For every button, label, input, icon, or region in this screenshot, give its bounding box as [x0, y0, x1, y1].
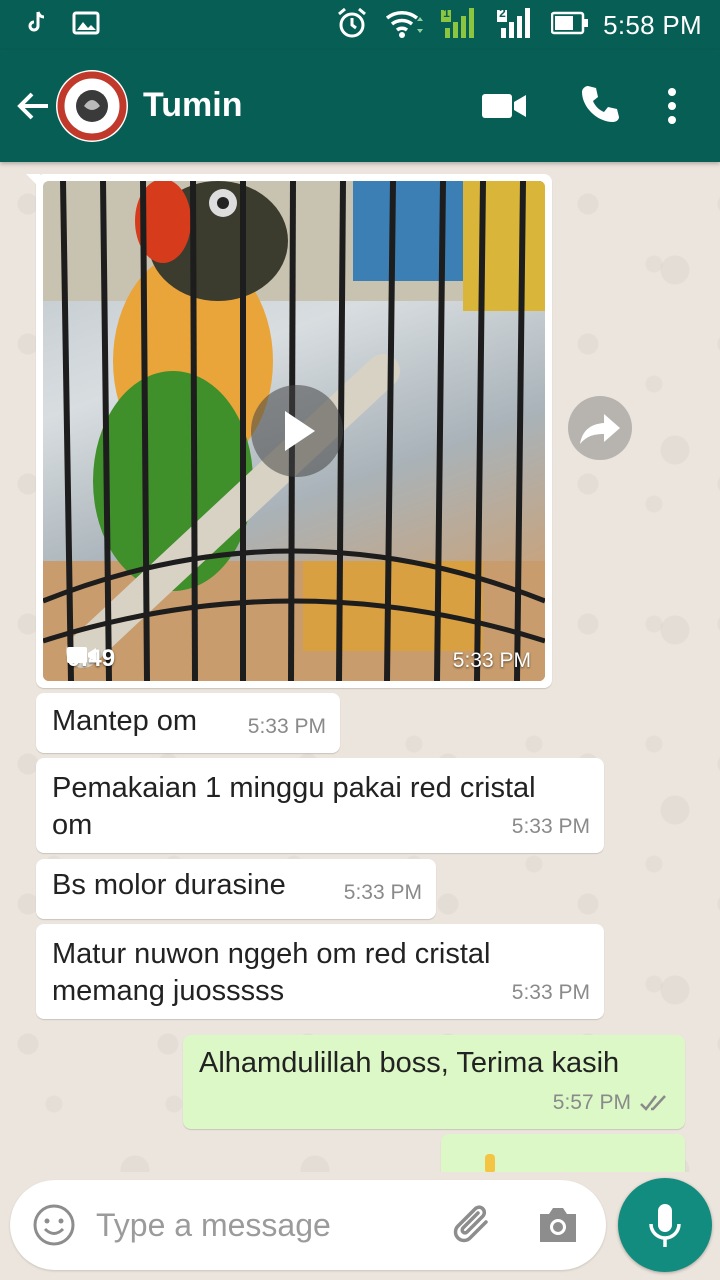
double-check-icon — [640, 1094, 666, 1111]
message-input[interactable] — [96, 1200, 436, 1250]
status-time: 5:58 PM — [603, 9, 702, 40]
message-bubble[interactable]: Mantep om 5:33 PM — [36, 693, 340, 753]
message-timestamp: 5:33 PM — [511, 815, 590, 838]
message-line: Pemakaian 1 minggu pakai red cristal — [52, 772, 536, 804]
message-bubble-outgoing[interactable] — [441, 1134, 685, 1172]
message-timestamp: 5:33 PM — [452, 649, 531, 672]
emoji-icon — [33, 1204, 75, 1246]
more-vert-icon — [668, 88, 676, 124]
message-timestamp: 5:33 PM — [343, 881, 422, 904]
message-text: Pemakaian 1 minggu pakai red cristal om — [52, 770, 536, 844]
phone-icon — [582, 86, 619, 122]
message-composer — [10, 1180, 606, 1270]
message-line: memang juosssss — [52, 975, 285, 1007]
forward-icon — [580, 414, 620, 444]
sim1-label: 1 — [443, 5, 450, 20]
message-meta: 5:57 PM — [553, 1084, 671, 1121]
message-bubble[interactable]: Bs molor durasine 5:33 PM — [36, 859, 436, 919]
alarm-icon — [335, 6, 369, 45]
video-message[interactable]: 0:49 5:33 PM — [26, 174, 552, 688]
message-bubble-outgoing[interactable]: Alhamdulillah boss, Terima kasih 5:57 PM — [183, 1035, 685, 1129]
attach-icon — [453, 1205, 488, 1243]
avatar[interactable] — [56, 70, 128, 142]
mic-button[interactable] — [618, 1178, 712, 1272]
chat-area[interactable]: 0:49 5:33 PM Mantep om 5:33 PM Pemakaian… — [0, 162, 720, 1172]
battery-icon — [550, 10, 589, 41]
gallery-icon — [72, 11, 100, 40]
video-thumbnail[interactable]: 0:49 5:33 PM — [43, 181, 545, 681]
attach-button[interactable] — [450, 1202, 496, 1248]
emoji-button[interactable] — [32, 1203, 76, 1247]
message-timestamp: 5:33 PM — [247, 715, 326, 738]
chat-header: Tumin — [0, 50, 720, 162]
emoji-partial — [485, 1154, 495, 1172]
video-call-button[interactable] — [480, 88, 528, 124]
video-call-icon — [482, 94, 526, 118]
sim2-label: 2 — [499, 5, 506, 20]
camera-button[interactable] — [536, 1204, 580, 1246]
message-text: Mantep om — [52, 705, 198, 737]
play-button[interactable] — [251, 385, 343, 477]
message-text: Bs molor durasine — [52, 869, 286, 901]
play-icon — [285, 411, 315, 451]
signal-icon: 1 — [439, 6, 481, 45]
wifi-icon — [383, 7, 425, 44]
message-text: Alhamdulillah boss, Terima kasih — [199, 1047, 620, 1079]
back-arrow-icon — [17, 92, 48, 120]
message-bubble[interactable]: Pemakaian 1 minggu pakai red cristal om … — [36, 758, 604, 853]
tiktok-icon — [26, 10, 48, 41]
message-timestamp: 5:57 PM — [552, 1091, 631, 1114]
more-options-button[interactable] — [658, 84, 686, 128]
message-line: om — [52, 809, 93, 841]
signal-icon: 2 — [495, 6, 537, 45]
status-bar: 1 2 5:58 PM — [0, 0, 720, 50]
message-line: Matur nuwon nggeh om red cristal — [52, 938, 491, 970]
forward-button[interactable] — [568, 396, 632, 460]
back-button[interactable] — [12, 84, 56, 128]
message-text: Matur nuwon nggeh om red cristal memang … — [52, 936, 490, 1010]
message-timestamp: 5:33 PM — [511, 981, 590, 1004]
mic-icon — [649, 1204, 681, 1247]
video-camera-icon — [67, 647, 96, 663]
camera-icon — [540, 1208, 576, 1242]
voice-call-button[interactable] — [578, 82, 622, 126]
video-duration: 0:49 — [67, 645, 115, 673]
contact-name[interactable]: Tumin — [143, 86, 242, 125]
message-bubble[interactable]: Matur nuwon nggeh om red cristal memang … — [36, 924, 604, 1019]
